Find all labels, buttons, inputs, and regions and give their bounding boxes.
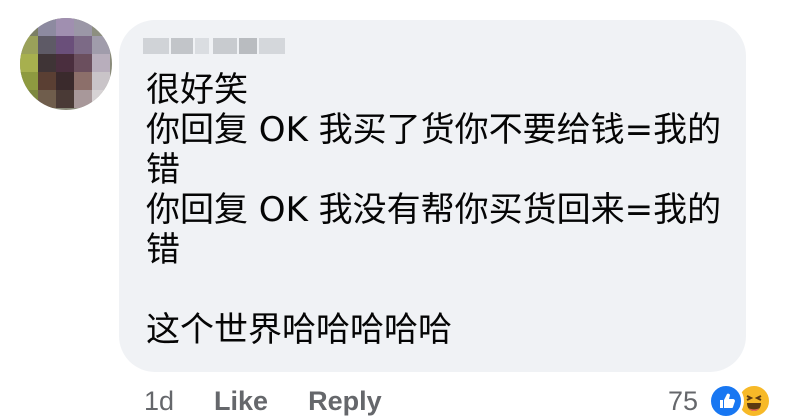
comment-actions: 1d Like Reply (144, 383, 422, 419)
reply-button[interactable]: Reply (308, 386, 382, 417)
author-name-redaction (239, 38, 257, 54)
author-name-redaction (171, 38, 193, 54)
comment-timestamp[interactable]: 1d (144, 386, 174, 417)
comment-body: 很好笑 你回复 OK 我买了货你不要给钱=我的 错 你回复 OK 我没有帮你买货… (146, 70, 722, 350)
avatar[interactable] (20, 18, 112, 110)
reaction-count[interactable]: 75 (668, 383, 698, 419)
author-name-redaction (195, 38, 209, 54)
author-name-redaction (143, 38, 169, 54)
like-button[interactable]: Like (214, 386, 268, 417)
author-name-redaction (213, 38, 237, 54)
author-name-redaction (259, 38, 285, 54)
reactions-summary[interactable] (708, 383, 788, 419)
comment-author-name[interactable] (143, 34, 293, 58)
like-icon (708, 383, 744, 419)
